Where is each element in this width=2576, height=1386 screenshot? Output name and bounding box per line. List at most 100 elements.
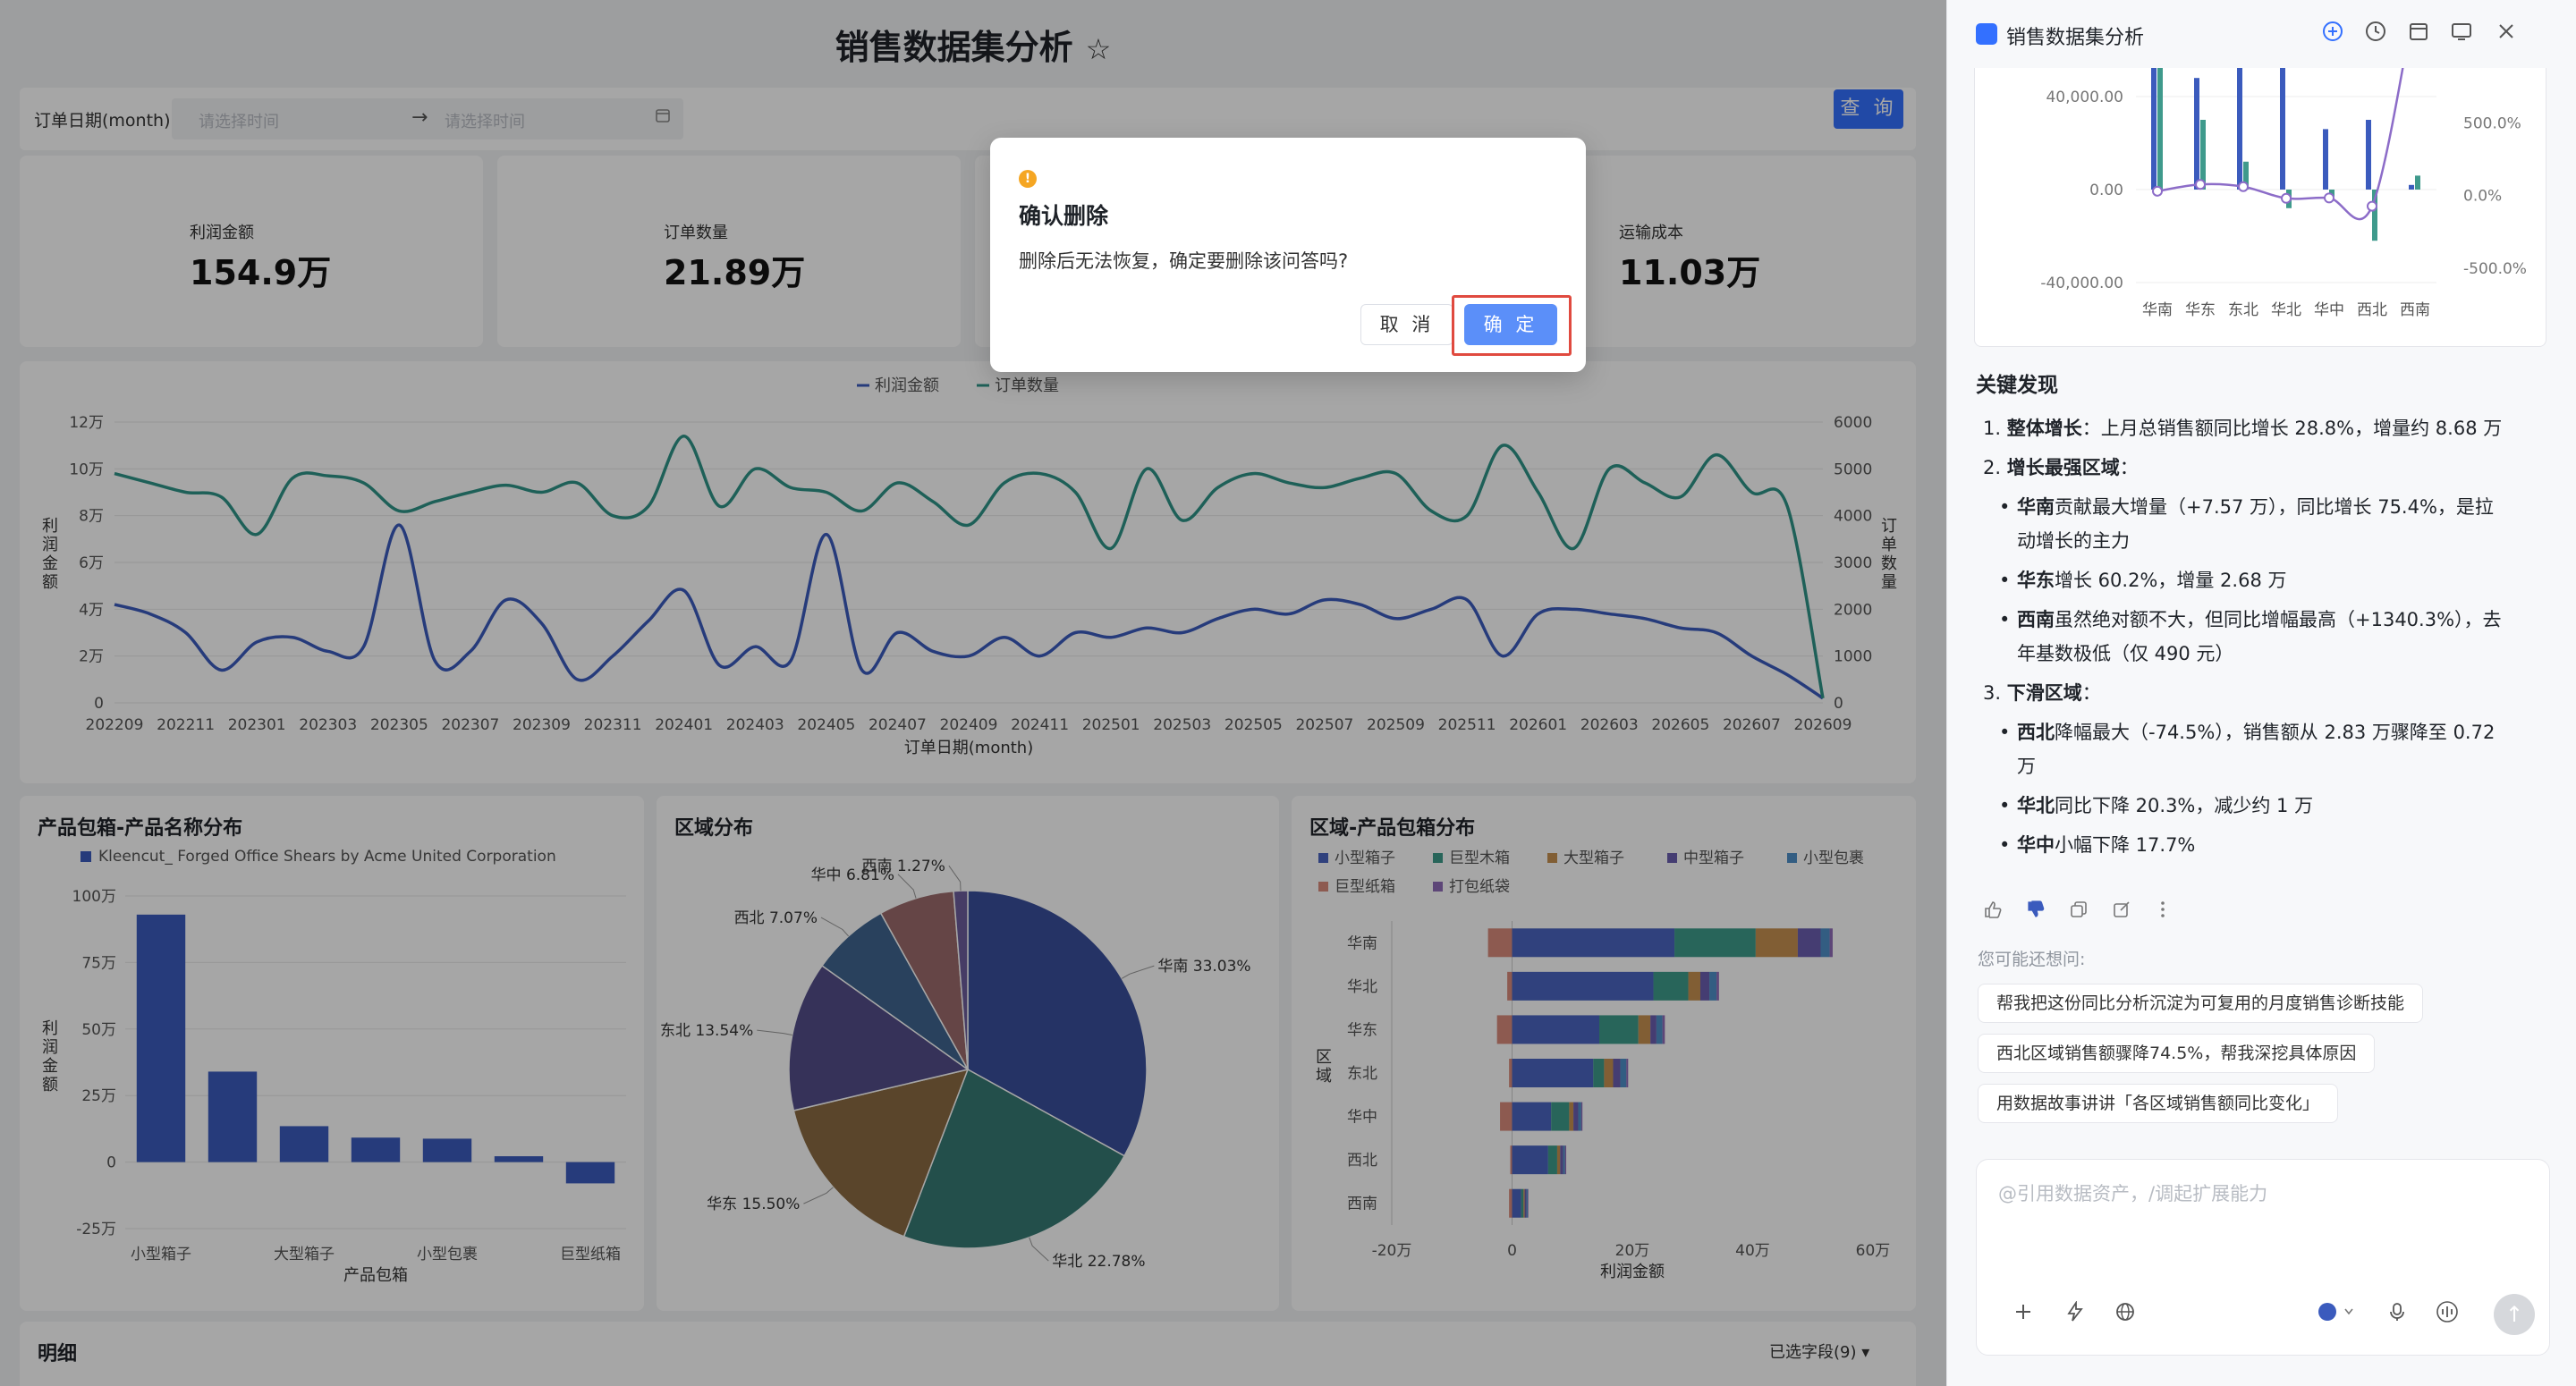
bullet-heading: 华中 <box>2017 834 2055 856</box>
bullet-text: 同比下降 20.3%，减少约 1 万 <box>2055 795 2314 816</box>
bullet-text: 虽然绝对额不大，但同比增幅最高（+1340.3%），去 <box>2055 609 2502 630</box>
thumbs-up-icon[interactable] <box>1983 900 2003 919</box>
lightning-icon[interactable] <box>2064 1301 2086 1323</box>
line-point <box>2367 200 2377 212</box>
finding-bullet: 华北同比下降 20.3%，减少约 1 万 <box>1976 789 2548 823</box>
finding-bullet: 华中小幅下降 17.7% <box>1976 828 2548 862</box>
globe-icon[interactable] <box>2114 1301 2136 1323</box>
finding-heading: 整体增长 <box>2006 418 2082 439</box>
history-icon[interactable] <box>2364 20 2387 43</box>
bar <box>2409 184 2414 190</box>
send-button[interactable]: ↑ <box>2494 1294 2535 1335</box>
chat-input-placeholder: @引用数据资产，/调起扩展能力 <box>1998 1183 2268 1204</box>
modal-overlay[interactable] <box>0 0 1946 1386</box>
yoy-chart: -40,000.00 0.00 40,000.00 -500.0% 0.0% 500.0%… <box>2040 0 2527 319</box>
bar <box>2366 120 2371 190</box>
findings-title: 关键发现 <box>1976 374 2058 397</box>
key-findings: 关键发现 1. 整体增长：上月总销售额同比增长 28.8%，增量约 8.68 万… <box>1976 368 2548 862</box>
x-tick-label: 华中 <box>2314 301 2344 319</box>
bullet-heading: 华南 <box>2017 496 2055 518</box>
y-tick-label: -40,000.00 <box>2040 275 2123 292</box>
panel-title: 销售数据集分析 <box>2006 27 2145 49</box>
bar <box>2323 129 2328 190</box>
copy-icon[interactable] <box>2069 900 2089 919</box>
finding-heading: 下滑区域 <box>2006 682 2082 704</box>
plus-icon[interactable] <box>2012 1301 2034 1323</box>
x-tick-label: 华东 <box>2185 301 2216 319</box>
warning-icon: ! <box>1019 170 1037 188</box>
finding-number: 2. <box>1983 457 2002 478</box>
line-point <box>2195 179 2206 190</box>
finding-number: 1. <box>1983 418 2002 439</box>
bar <box>2151 4 2157 190</box>
bar <box>2157 21 2163 190</box>
finding-text: ：上月总销售额同比增长 28.8%，增量约 8.68 万 <box>2081 418 2503 439</box>
finding-number: 3. <box>1983 682 2002 704</box>
finding-text: ： <box>2081 682 2101 704</box>
chart-logo-icon <box>1976 23 1997 45</box>
y2-tick-label: -500.0% <box>2463 260 2527 278</box>
thumbs-down-icon[interactable] <box>2026 900 2046 919</box>
calendar-icon[interactable] <box>2407 20 2430 43</box>
dashboard: 销售数据集分析 ☆ 订单日期(month) 请选择时间 → 请选择时间 查 询 利… <box>0 0 1946 1386</box>
new-chat-icon[interactable] <box>2321 20 2344 43</box>
y2-tick-label: 0.0% <box>2463 188 2502 206</box>
finding-item: 1. 整体增长：上月总销售额同比增长 28.8%，增量约 8.68 万 <box>1976 411 2548 445</box>
bar <box>2237 50 2242 190</box>
y2-tick-label: 500.0% <box>2463 114 2521 132</box>
confirm-button[interactable]: 确 定 <box>1464 304 1557 345</box>
suggestion-chip[interactable]: 用数据故事讲讲「各区域销售额同比变化」 <box>1978 1084 2339 1123</box>
finding-bullet: 华东增长 60.2%，增量 2.68 万 <box>1976 563 2548 597</box>
line-point <box>2152 185 2163 197</box>
finding-item: 3. 下滑区域： <box>1976 676 2548 710</box>
share-icon[interactable] <box>2112 900 2131 919</box>
bullet-heading: 西南 <box>2017 609 2055 630</box>
x-tick-label: 华南 <box>2142 301 2173 319</box>
bullet-text: 万 <box>2017 756 2036 777</box>
voice-wave-icon[interactable] <box>2435 1301 2460 1323</box>
x-tick-label: 东北 <box>2228 301 2258 319</box>
line-point <box>2281 192 2292 204</box>
bar <box>2194 78 2199 190</box>
finding-heading: 增长最强区域 <box>2006 457 2120 478</box>
model-selector-icon[interactable] <box>2317 1301 2356 1323</box>
finding-bullet: 西南虽然绝对额不大，但同比增幅最高（+1340.3%），去年基数极低（仅 490… <box>1976 603 2548 671</box>
finding-item: 2. 增长最强区域： <box>1976 451 2548 485</box>
finding-text: ： <box>2119 457 2139 478</box>
dialog-message: 删除后无法恢复，确定要删除该问答吗? <box>1019 250 1349 272</box>
finding-bullet: 西北降幅最大（-74.5%），销售额从 2.83 万骤降至 0.72 万 <box>1976 715 2548 783</box>
bullet-text: 年基数极低（仅 490 元） <box>2017 643 2234 664</box>
y-tick-label: 0.00 <box>2089 182 2123 199</box>
bar <box>2280 62 2285 190</box>
more-icon[interactable] <box>2153 900 2173 919</box>
x-tick-label: 华北 <box>2271 301 2301 319</box>
confirm-delete-dialog: ! 确认删除 删除后无法恢复，确定要删除该问答吗? 取 消 确 定 <box>990 138 1586 372</box>
bar <box>2415 175 2420 190</box>
bullet-text: 降幅最大（-74.5%），销售额从 2.83 万骤降至 0.72 <box>2055 722 2496 743</box>
x-tick-label: 西北 <box>2357 301 2387 319</box>
bullet-text: 贡献最大增量（+7.57 万），同比增长 75.4%，是拉 <box>2055 496 2494 518</box>
assistant-panel: 销售数据集分析 -40,000.00 0.00 40,000.00 -500.0% 0.… <box>1946 0 2576 1386</box>
arrow-up-icon: ↑ <box>2504 1302 2524 1327</box>
suggestions-title: 您可能还想问: <box>1978 950 2086 969</box>
chat-input[interactable]: @引用数据资产，/调起扩展能力 ↑ <box>1976 1159 2550 1356</box>
bullet-heading: 华东 <box>2017 570 2055 591</box>
close-icon[interactable] <box>2495 20 2518 43</box>
suggestion-chip[interactable]: 帮我把这份同比分析沉淀为可复用的月度销售诊断技能 <box>1978 984 2424 1023</box>
yoy-chart-card: -40,000.00 0.00 40,000.00 -500.0% 0.0% 500.0%… <box>1974 0 2546 347</box>
bullet-text: 增长 60.2%，增量 2.68 万 <box>2055 570 2287 591</box>
suggestion-chip[interactable]: 西北区域销售额骤降74.5%，帮我深挖具体原因 <box>1978 1034 2376 1073</box>
bar <box>2200 120 2206 190</box>
screen-icon[interactable] <box>2450 20 2473 43</box>
finding-bullet: 华南贡献最大增量（+7.57 万），同比增长 75.4%，是拉动增长的主力 <box>1976 490 2548 558</box>
bullet-text: 动增长的主力 <box>2017 530 2130 552</box>
bullet-heading: 华北 <box>2017 795 2055 816</box>
y-tick-label: 40,000.00 <box>2046 89 2123 106</box>
panel-header: 销售数据集分析 <box>1947 0 2576 68</box>
microphone-icon[interactable] <box>2386 1301 2408 1323</box>
dialog-title: 确认删除 <box>1019 203 1109 229</box>
cancel-button[interactable]: 取 消 <box>1360 304 1453 345</box>
x-tick-label: 西南 <box>2400 301 2430 319</box>
bullet-text: 小幅下降 17.7% <box>2055 834 2196 856</box>
line-point <box>2238 181 2249 192</box>
